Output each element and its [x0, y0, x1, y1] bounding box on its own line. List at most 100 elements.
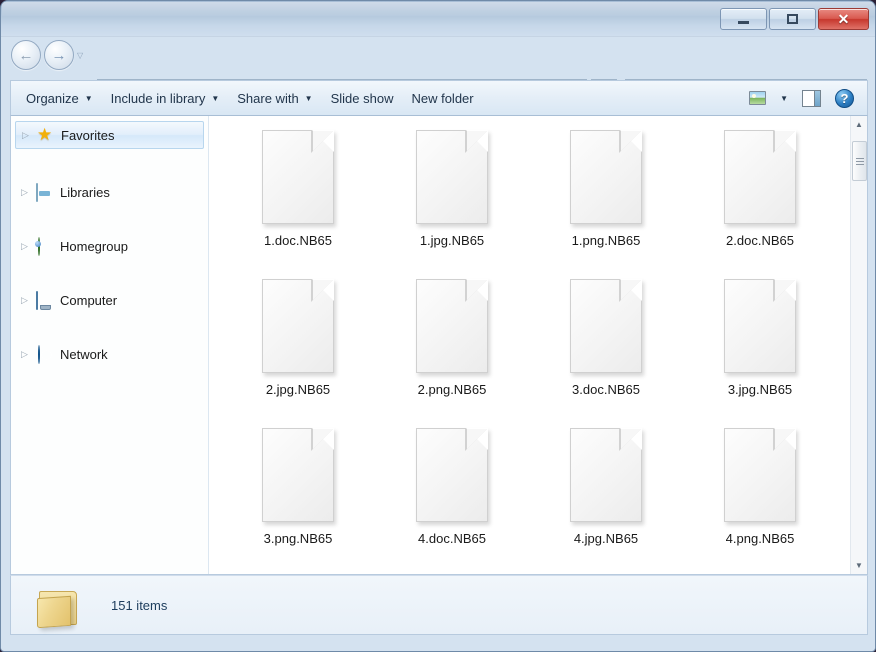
- file-name-label: 3.doc.NB65: [572, 382, 640, 397]
- file-item[interactable]: 3.jpg.NB65: [683, 273, 837, 422]
- sidebar-item-homegroup[interactable]: ▷ Homegroup: [15, 235, 204, 257]
- sidebar-item-computer[interactable]: ▷ Computer: [15, 289, 204, 311]
- blank-document-icon: [724, 428, 796, 522]
- scroll-down-button[interactable]: ▼: [851, 557, 867, 574]
- view-mode-icon: [749, 91, 766, 105]
- network-icon: [36, 346, 54, 362]
- file-item[interactable]: 4.png.NB65: [683, 422, 837, 571]
- file-list-pane: 1.doc.NB65 1.jpg.NB65 1.png.NB65 2.doc.N…: [209, 116, 867, 574]
- navigation-row: ← → ▽ ▶ test ▼ ⟳ Search test: [1, 37, 876, 75]
- file-item[interactable]: 2.jpg.NB65: [221, 273, 375, 422]
- chevron-down-icon: ▼: [305, 94, 313, 103]
- file-name-label: 3.png.NB65: [264, 531, 333, 546]
- file-item[interactable]: 2.doc.NB65: [683, 124, 837, 273]
- preview-pane-right: [814, 91, 820, 106]
- back-arrow-icon: ←: [19, 48, 34, 63]
- preview-pane-icon: [802, 90, 821, 107]
- file-grid: 1.doc.NB65 1.jpg.NB65 1.png.NB65 2.doc.N…: [209, 116, 867, 571]
- computer-icon: [36, 292, 54, 308]
- blank-document-icon: [416, 428, 488, 522]
- toolbar-label: Slide show: [331, 91, 394, 106]
- star-icon: ★: [37, 127, 55, 143]
- status-bar: 151 items: [10, 575, 868, 635]
- sidebar-item-label: Homegroup: [60, 239, 128, 254]
- file-name-label: 4.jpg.NB65: [574, 531, 638, 546]
- toolbar-item-share-with[interactable]: Share with ▼: [228, 86, 321, 111]
- sidebar-item-favorites[interactable]: ▷ ★ Favorites: [15, 121, 204, 149]
- homegroup-icon: [36, 238, 54, 254]
- sidebar-item-label: Libraries: [60, 185, 110, 200]
- expander-icon[interactable]: ▷: [21, 295, 30, 306]
- file-name-label: 4.png.NB65: [726, 531, 795, 546]
- file-item[interactable]: 1.png.NB65: [529, 124, 683, 273]
- preview-pane-left: [803, 91, 814, 106]
- toolbar-item-organize[interactable]: Organize ▼: [17, 86, 102, 111]
- maximize-icon: [787, 14, 798, 24]
- scrollbar-thumb[interactable]: [852, 141, 867, 181]
- expander-icon[interactable]: ▷: [21, 349, 30, 360]
- sidebar-item-label: Computer: [60, 293, 117, 308]
- toolbar-item-include-in-library[interactable]: Include in library ▼: [102, 86, 229, 111]
- toolbar-label: Organize: [26, 91, 79, 106]
- scroll-up-button[interactable]: ▲: [851, 116, 867, 133]
- folder-icon: [37, 589, 81, 627]
- toolbar-label: New folder: [411, 91, 473, 106]
- minimize-button[interactable]: [720, 8, 767, 30]
- forward-arrow-icon: →: [52, 48, 67, 63]
- file-name-label: 2.jpg.NB65: [266, 382, 330, 397]
- file-name-label: 2.doc.NB65: [726, 233, 794, 248]
- sidebar-item-label: Network: [60, 347, 108, 362]
- toolbar-item-slide-show[interactable]: Slide show: [322, 86, 403, 111]
- toolbar-label: Share with: [237, 91, 298, 106]
- view-mode-dropdown[interactable]: ▼: [773, 91, 795, 106]
- blank-document-icon: [416, 130, 488, 224]
- sidebar-item-network[interactable]: ▷ Network: [15, 343, 204, 365]
- file-name-label: 3.jpg.NB65: [728, 382, 792, 397]
- navigation-pane: ▷ ★ Favorites ▷ Libraries ▷ Homegroup ▷ …: [11, 116, 209, 574]
- help-icon: ?: [835, 89, 854, 108]
- file-name-label: 1.jpg.NB65: [420, 233, 484, 248]
- vertical-scrollbar[interactable]: ▲ ▼: [850, 116, 867, 574]
- maximize-button[interactable]: [769, 8, 816, 30]
- explorer-body: ▷ ★ Favorites ▷ Libraries ▷ Homegroup ▷ …: [10, 116, 868, 575]
- file-item[interactable]: 4.jpg.NB65: [529, 422, 683, 571]
- expander-icon[interactable]: ▷: [21, 187, 30, 198]
- sidebar-item-label: Favorites: [61, 128, 114, 143]
- back-button[interactable]: ←: [11, 40, 41, 70]
- chevron-down-icon: ▼: [211, 94, 219, 103]
- recent-pages-caret-icon[interactable]: ▽: [77, 51, 83, 60]
- preview-pane-button[interactable]: [795, 87, 828, 110]
- item-count-label: 151 items: [111, 598, 167, 613]
- chevron-down-icon: ▼: [85, 94, 93, 103]
- file-item[interactable]: 3.doc.NB65: [529, 273, 683, 422]
- file-item[interactable]: 4.doc.NB65: [375, 422, 529, 571]
- sidebar-item-libraries[interactable]: ▷ Libraries: [15, 181, 204, 203]
- forward-button[interactable]: →: [44, 40, 74, 70]
- blank-document-icon: [262, 279, 334, 373]
- expander-icon[interactable]: ▷: [21, 241, 30, 252]
- blank-document-icon: [262, 130, 334, 224]
- scrollbar-grip-icon: [856, 156, 864, 167]
- window-controls: ✕: [720, 8, 869, 30]
- blank-document-icon: [724, 130, 796, 224]
- nav-buttons: ← → ▽: [11, 40, 83, 70]
- blank-document-icon: [570, 428, 642, 522]
- command-toolbar: Organize ▼ Include in library ▼ Share wi…: [10, 80, 868, 116]
- close-icon: ✕: [838, 12, 850, 26]
- title-bar: ✕: [1, 1, 876, 37]
- chevron-down-icon: ▼: [780, 94, 788, 103]
- file-item[interactable]: 3.png.NB65: [221, 422, 375, 571]
- close-button[interactable]: ✕: [818, 8, 869, 30]
- file-item[interactable]: 1.doc.NB65: [221, 124, 375, 273]
- file-name-label: 1.doc.NB65: [264, 233, 332, 248]
- scrollbar-track[interactable]: [851, 133, 867, 557]
- toolbar-item-new-folder[interactable]: New folder: [402, 86, 482, 111]
- file-item[interactable]: 1.jpg.NB65: [375, 124, 529, 273]
- expander-icon[interactable]: ▷: [22, 130, 31, 141]
- file-item[interactable]: 2.png.NB65: [375, 273, 529, 422]
- help-button[interactable]: ?: [828, 86, 861, 111]
- blank-document-icon: [416, 279, 488, 373]
- view-mode-button[interactable]: [742, 88, 773, 108]
- library-icon: [36, 184, 54, 200]
- folder-front: [37, 596, 71, 628]
